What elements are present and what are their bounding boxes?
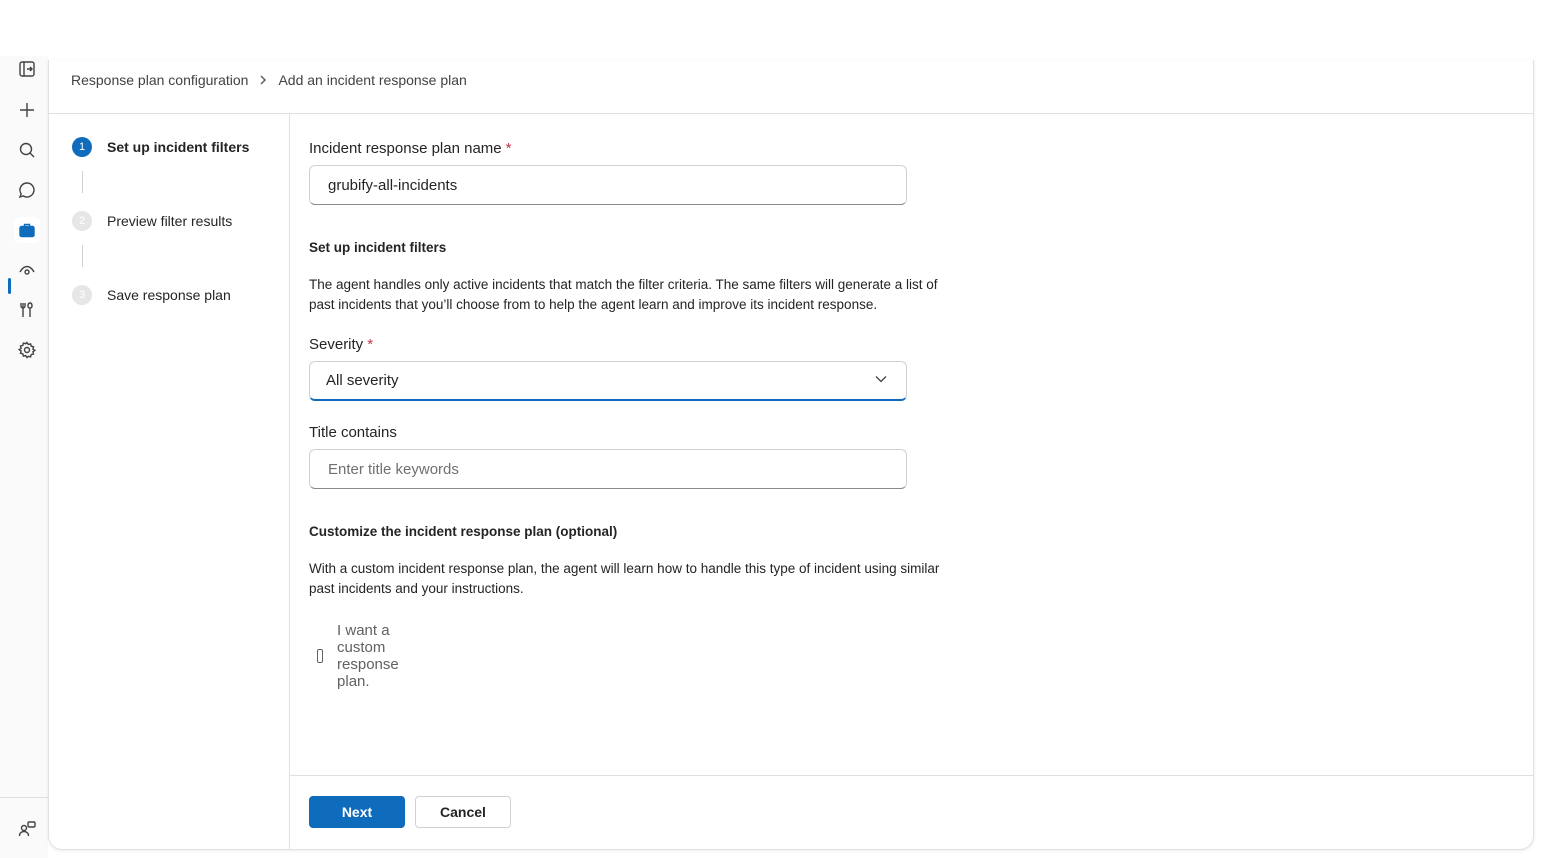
step-2[interactable]: 2 Preview filter results — [72, 211, 232, 231]
search-icon[interactable] — [14, 137, 40, 163]
step-number: 2 — [72, 211, 92, 231]
next-button[interactable]: Next — [309, 796, 405, 828]
title-keywords-input[interactable]: Enter title keywords — [309, 449, 907, 489]
step-label: Set up incident filters — [107, 139, 250, 155]
custom-plan-description: With a custom incident response plan, th… — [309, 561, 940, 596]
step-label: Save response plan — [107, 287, 231, 303]
plan-name-input[interactable]: grubify-all-incidents — [309, 165, 907, 205]
footer-divider — [289, 775, 1533, 776]
step-1[interactable]: 1 Set up incident filters — [72, 137, 249, 157]
severity-label: Severity * — [309, 336, 373, 353]
cancel-button[interactable]: Cancel — [415, 796, 511, 828]
custom-plan-section-title: Customize the incident response plan (op… — [309, 524, 618, 539]
breadcrumb: Response plan configuration Add an incid… — [71, 70, 467, 90]
name-label-text: Incident response plan name — [309, 140, 502, 157]
severity-label-text: Severity — [309, 336, 364, 353]
required-mark: * — [505, 140, 512, 157]
custom-plan-checkbox-label[interactable]: I want a custom response plan. — [337, 622, 407, 690]
name-label: Incident response plan name * — [309, 140, 511, 157]
breadcrumb-parent[interactable]: Response plan configuration — [71, 72, 248, 88]
step-connector — [82, 245, 83, 267]
top-band — [0, 0, 1543, 60]
expand-panel-icon[interactable] — [14, 56, 40, 82]
severity-dropdown[interactable]: All severity — [309, 361, 907, 401]
chevron-right-icon — [258, 75, 268, 85]
people-icon[interactable] — [14, 816, 40, 842]
title-contains-label: Title contains — [309, 424, 397, 441]
required-mark: * — [367, 336, 374, 353]
rail-divider — [0, 797, 48, 798]
settings-icon[interactable] — [14, 337, 40, 363]
eye-icon[interactable] — [14, 257, 40, 283]
step-number: 1 — [72, 137, 92, 157]
custom-plan-checkbox[interactable] — [317, 649, 324, 663]
wizard-steps: 1 Set up incident filters 2 Preview filt… — [49, 114, 290, 849]
step-label: Preview filter results — [107, 213, 233, 229]
chevron-down-icon — [874, 372, 888, 390]
filters-section-title: Set up incident filters — [309, 240, 447, 255]
nav-rail — [0, 56, 48, 858]
breadcrumb-current: Add an incident response plan — [278, 72, 467, 88]
severity-value: All severity — [326, 372, 399, 389]
step-connector — [82, 171, 83, 193]
step-number: 3 — [72, 285, 92, 305]
step-3[interactable]: 3 Save response plan — [72, 285, 231, 305]
chat-icon[interactable] — [14, 177, 40, 203]
briefcase-icon[interactable] — [14, 217, 40, 243]
plus-icon[interactable] — [14, 97, 40, 123]
filters-description: The agent handles only active incidents … — [309, 277, 938, 312]
title-keywords-placeholder: Enter title keywords — [328, 460, 459, 478]
tools-icon[interactable] — [14, 297, 40, 323]
custom-plan-checkbox-row[interactable]: I want a custom response plan. — [317, 622, 407, 690]
main-card: Response plan configuration Add an incid… — [48, 60, 1534, 850]
plan-name-value: grubify-all-incidents — [328, 176, 458, 194]
active-indicator — [8, 278, 11, 294]
